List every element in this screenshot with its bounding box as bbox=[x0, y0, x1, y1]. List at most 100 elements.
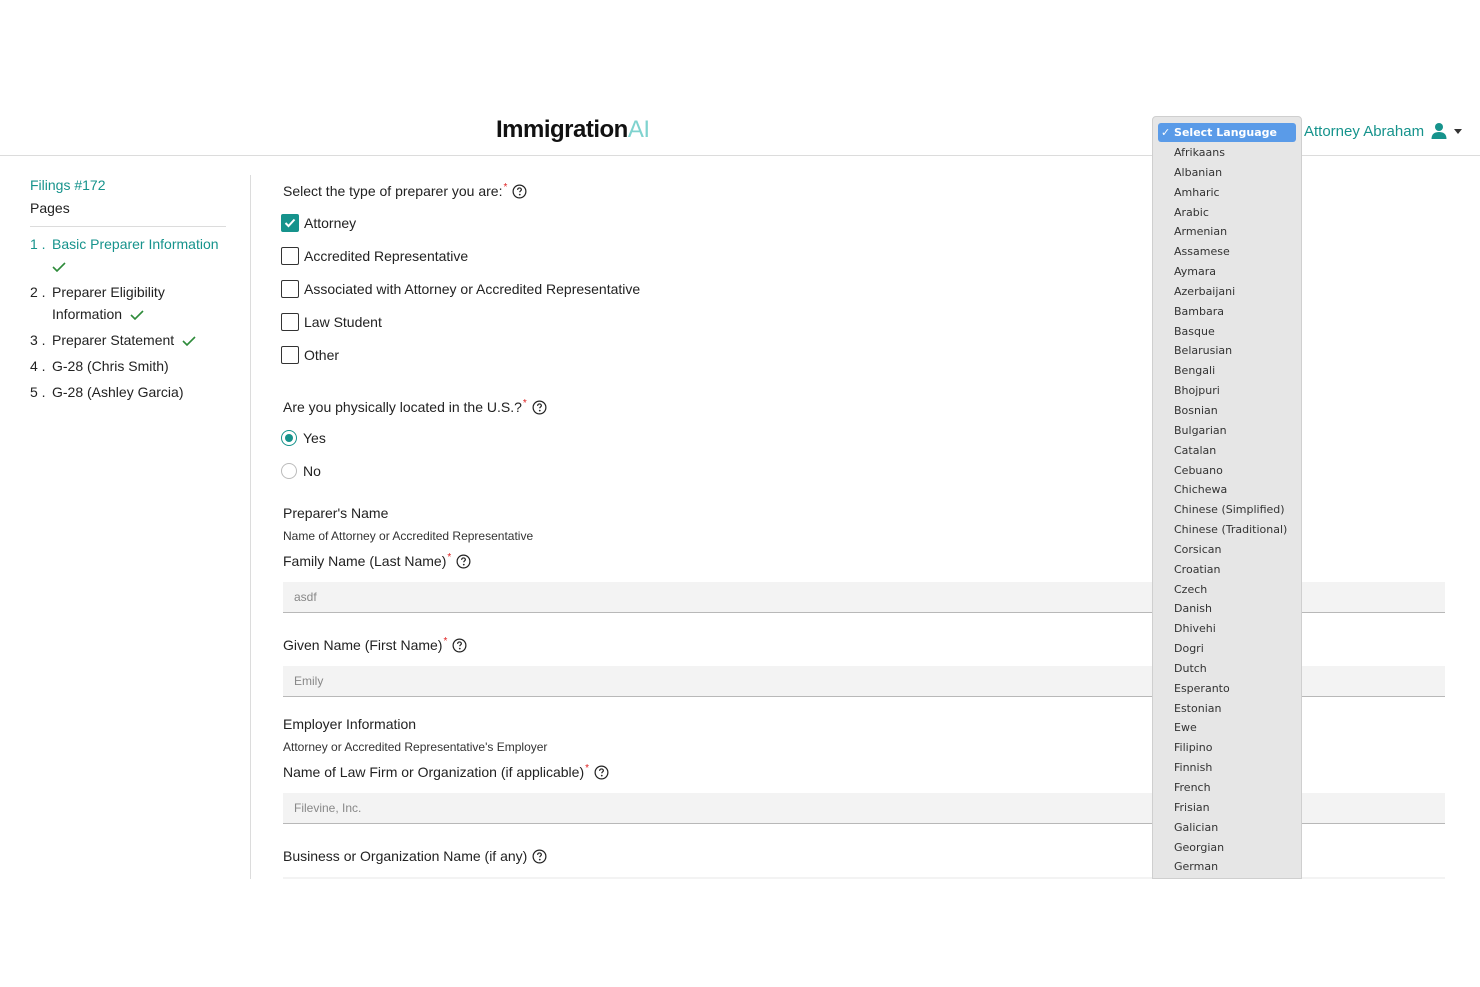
language-option[interactable]: Galician bbox=[1153, 818, 1301, 838]
option-label: Law Student bbox=[304, 314, 382, 330]
language-option[interactable]: Catalan bbox=[1153, 441, 1301, 461]
language-option[interactable]: Bambara bbox=[1153, 302, 1301, 322]
language-option[interactable]: Dogri bbox=[1153, 639, 1301, 659]
required-marker: * bbox=[447, 551, 452, 563]
bottom-whitespace bbox=[0, 879, 1480, 987]
attorney-checkbox[interactable] bbox=[281, 214, 299, 232]
sidebar: Filings #172 Pages 1 . Basic Preparer In… bbox=[30, 175, 226, 407]
sidebar-divider bbox=[30, 226, 226, 227]
language-option[interactable]: Czech bbox=[1153, 580, 1301, 600]
app-root: ImmigrationAI Attorney Abraham Filings #… bbox=[0, 0, 1480, 987]
language-option[interactable]: Danish bbox=[1153, 599, 1301, 619]
language-option[interactable]: Bengali bbox=[1153, 361, 1301, 381]
language-option[interactable]: Frisian bbox=[1153, 798, 1301, 818]
language-option[interactable]: Croatian bbox=[1153, 560, 1301, 580]
help-icon[interactable] bbox=[512, 184, 527, 199]
language-option[interactable]: Bosnian bbox=[1153, 401, 1301, 421]
language-option[interactable]: Corsican bbox=[1153, 540, 1301, 560]
page-label-text: Preparer Statement bbox=[52, 332, 175, 348]
option-label: Other bbox=[304, 347, 340, 363]
chevron-down-icon[interactable] bbox=[1454, 128, 1463, 134]
help-icon[interactable] bbox=[594, 765, 609, 780]
language-option[interactable]: Albanian bbox=[1153, 163, 1301, 183]
yes-radio[interactable] bbox=[281, 430, 297, 446]
app-logo[interactable]: ImmigrationAI bbox=[496, 116, 650, 144]
language-option[interactable]: Basque bbox=[1153, 322, 1301, 342]
option-label: Attorney bbox=[304, 215, 357, 231]
preparer-type-label-text: Select the type of preparer you are: bbox=[283, 183, 503, 199]
sidebar-item-basic-preparer-information[interactable]: 1 . Basic Preparer Information bbox=[30, 233, 226, 277]
language-option[interactable]: Amharic bbox=[1153, 183, 1301, 203]
check-icon bbox=[130, 310, 144, 321]
language-option[interactable]: Bhojpuri bbox=[1153, 381, 1301, 401]
help-icon[interactable] bbox=[532, 849, 547, 864]
language-option[interactable]: Azerbaijani bbox=[1153, 282, 1301, 302]
language-option[interactable]: Ewe bbox=[1153, 718, 1301, 738]
page-list: 1 . Basic Preparer Information 2 . Prepa… bbox=[30, 233, 226, 403]
language-option[interactable]: Chinese (Traditional) bbox=[1153, 520, 1301, 540]
page-number: 5 . bbox=[30, 384, 46, 400]
given-name-label-text: Given Name (First Name) bbox=[283, 637, 443, 653]
language-option-selected[interactable]: ✓ Select Language bbox=[1158, 123, 1296, 142]
language-dropdown[interactable]: ✓ Select Language Afrikaans Albanian Amhar… bbox=[1152, 116, 1302, 879]
language-option[interactable]: Estonian bbox=[1153, 699, 1301, 719]
page-label: Preparer Statement bbox=[52, 329, 196, 351]
logo-main-text: Immigration bbox=[496, 116, 628, 143]
required-marker: * bbox=[503, 181, 508, 193]
option-label: Associated with Attorney or Accredited R… bbox=[304, 281, 641, 297]
business-name-label-text: Business or Organization Name (if any) bbox=[283, 848, 528, 864]
help-icon[interactable] bbox=[452, 638, 467, 653]
law-student-checkbox[interactable] bbox=[281, 313, 299, 331]
language-option[interactable]: Belarusian bbox=[1153, 341, 1301, 361]
other-checkbox[interactable] bbox=[281, 346, 299, 364]
page-label-text: Basic Preparer Information bbox=[52, 236, 219, 252]
location-label-text: Are you physically located in the U.S.? bbox=[283, 399, 522, 415]
language-option[interactable]: Chichewa bbox=[1153, 480, 1301, 500]
language-option[interactable]: German bbox=[1153, 857, 1301, 877]
sidebar-item-g28-ashley-garcia[interactable]: 5 . G-28 (Ashley Garcia) bbox=[30, 381, 226, 403]
language-option[interactable]: Dhivehi bbox=[1153, 619, 1301, 639]
page-number: 2 . bbox=[30, 284, 46, 300]
language-option[interactable]: Armenian bbox=[1153, 222, 1301, 242]
filing-link[interactable]: Filings #172 bbox=[30, 175, 226, 195]
help-icon[interactable] bbox=[532, 400, 547, 415]
required-marker: * bbox=[443, 635, 448, 647]
page-label: Preparer Eligibility Information bbox=[52, 281, 222, 325]
page-label: G-28 (Ashley Garcia) bbox=[52, 384, 184, 400]
family-name-label-text: Family Name (Last Name) bbox=[283, 553, 447, 569]
language-option[interactable]: Cebuano bbox=[1153, 461, 1301, 481]
language-option[interactable]: Chinese (Simplified) bbox=[1153, 500, 1301, 520]
language-option[interactable]: Georgian bbox=[1153, 838, 1301, 858]
language-option[interactable]: Aymara bbox=[1153, 262, 1301, 282]
user-name[interactable]: Attorney Abraham bbox=[1304, 123, 1424, 140]
logo-accent-text: AI bbox=[627, 116, 650, 143]
language-option[interactable]: Filipino bbox=[1153, 738, 1301, 758]
user-icon[interactable] bbox=[1430, 122, 1448, 140]
help-icon[interactable] bbox=[456, 554, 471, 569]
language-option[interactable]: Afrikaans bbox=[1153, 143, 1301, 163]
accredited-representative-checkbox[interactable] bbox=[281, 247, 299, 265]
check-icon bbox=[182, 336, 196, 347]
check-icon bbox=[284, 218, 296, 228]
vertical-divider bbox=[250, 175, 251, 879]
firm-name-label-text: Name of Law Firm or Organization (if app… bbox=[283, 764, 585, 780]
language-option[interactable]: Finnish bbox=[1153, 758, 1301, 778]
page-number: 1 . bbox=[30, 236, 46, 252]
language-option[interactable]: Dutch bbox=[1153, 659, 1301, 679]
associated-checkbox[interactable] bbox=[281, 280, 299, 298]
language-option[interactable]: Arabic bbox=[1153, 203, 1301, 223]
page-label: G-28 (Chris Smith) bbox=[52, 358, 169, 374]
language-option[interactable]: French bbox=[1153, 778, 1301, 798]
page-number: 3 . bbox=[30, 332, 46, 348]
sidebar-item-g28-chris-smith[interactable]: 4 . G-28 (Chris Smith) bbox=[30, 355, 226, 377]
no-radio[interactable] bbox=[281, 463, 297, 479]
sidebar-item-preparer-eligibility-information[interactable]: 2 . Preparer Eligibility Information bbox=[30, 281, 226, 325]
user-menu[interactable]: Attorney Abraham bbox=[1304, 120, 1463, 142]
sidebar-item-preparer-statement[interactable]: 3 . Preparer Statement bbox=[30, 329, 226, 351]
option-label: Accredited Representative bbox=[304, 248, 469, 264]
language-option[interactable]: Assamese bbox=[1153, 242, 1301, 262]
language-option[interactable]: Esperanto bbox=[1153, 679, 1301, 699]
option-label: No bbox=[303, 463, 321, 479]
language-option[interactable]: Bulgarian bbox=[1153, 421, 1301, 441]
check-icon bbox=[52, 262, 66, 273]
